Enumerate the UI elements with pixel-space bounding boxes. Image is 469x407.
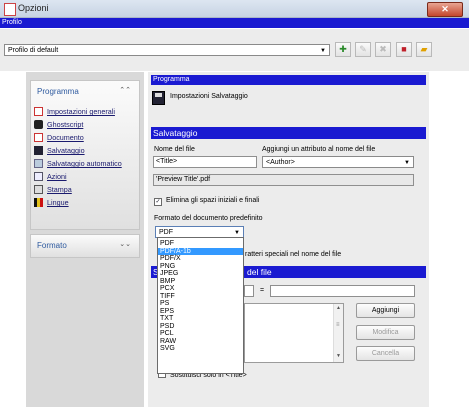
program-bar: Programma bbox=[151, 75, 426, 85]
format-option[interactable]: EPS bbox=[158, 308, 243, 316]
format-option[interactable]: PS bbox=[158, 300, 243, 308]
sidebar-item-stampa[interactable]: Stampa bbox=[34, 185, 72, 196]
sidebar: Programma ⌃⌃ Impostazioni generali Ghost… bbox=[26, 72, 144, 407]
attribute-label: Aggiungi un attributo al nome del file bbox=[262, 146, 376, 153]
open-profile-icon[interactable]: ▰ bbox=[416, 42, 432, 57]
attribute-select[interactable]: <Author> ▼ bbox=[262, 156, 414, 168]
profile-select-value: Profilo di default bbox=[8, 47, 59, 54]
save-profile-icon[interactable]: ■ bbox=[396, 42, 412, 57]
special-chars-label: ratteri speciali nel nome del file bbox=[245, 251, 342, 258]
profile-select[interactable]: Profilo di default ▼ bbox=[4, 44, 330, 56]
format-option[interactable]: PSD bbox=[158, 323, 243, 331]
format-option[interactable]: RAW bbox=[158, 338, 243, 346]
app-icon bbox=[4, 3, 16, 16]
trim-spaces-checkbox[interactable]: ✓ bbox=[154, 198, 162, 206]
languages-icon bbox=[34, 198, 43, 207]
attribute-select-value: <Author> bbox=[266, 159, 295, 166]
format-option[interactable]: PNG bbox=[158, 263, 243, 271]
add-button[interactable]: Aggiungi bbox=[356, 303, 415, 318]
trim-spaces-row[interactable]: ✓ Elimina gli spazi iniziali e finali bbox=[154, 197, 259, 206]
save-bar: Salvataggio bbox=[151, 127, 426, 139]
page-title: Impostazioni Salvataggio bbox=[170, 93, 248, 100]
equals-sign: = bbox=[260, 287, 265, 294]
add-profile-icon[interactable]: ✚ bbox=[335, 42, 351, 57]
sidebar-item-lingue[interactable]: Lingue bbox=[34, 198, 69, 209]
format-option[interactable]: BMP bbox=[158, 278, 243, 286]
settings-icon bbox=[34, 107, 43, 116]
replace-input[interactable] bbox=[270, 285, 415, 297]
print-icon bbox=[34, 185, 43, 194]
format-option[interactable]: PDF bbox=[158, 240, 243, 248]
filename-input[interactable]: <Title> bbox=[153, 156, 257, 168]
format-option[interactable]: PCX bbox=[158, 285, 243, 293]
sidebar-item-impostazioni-generali[interactable]: Impostazioni generali bbox=[34, 107, 115, 118]
format-option[interactable]: PDF/A-1b bbox=[158, 247, 243, 255]
format-option[interactable]: TIFF bbox=[158, 293, 243, 301]
format-dropdown-list: PDF PDF/A-1b PDF/X PNG JPEG BMP PCX TIFF PS EPS TX… bbox=[157, 237, 244, 374]
list-scrollbar[interactable]: ▲ ≡ ▼ bbox=[333, 304, 343, 362]
expand-chevron-icon[interactable]: ⌄⌄ bbox=[119, 240, 131, 248]
replace-bar-suffix: del file bbox=[247, 267, 272, 277]
default-format-label: Formato del documento predefinito bbox=[154, 215, 263, 222]
chevron-down-icon: ▼ bbox=[320, 48, 326, 54]
replacement-list[interactable]: ▲ ≡ ▼ bbox=[244, 303, 344, 363]
profile-panel: Profilo di default ▼ ✚ ✎ ✖ ■ ▰ bbox=[0, 29, 469, 71]
rename-profile-icon[interactable]: ✎ bbox=[355, 42, 371, 57]
sidebar-format-section: Formato ⌄⌄ bbox=[30, 234, 140, 258]
filename-label: Nome del file bbox=[154, 146, 195, 153]
format-option[interactable]: SVG bbox=[158, 345, 243, 353]
save-large-icon bbox=[152, 91, 165, 105]
left-margin bbox=[0, 72, 26, 407]
sidebar-item-salvataggio-automatico[interactable]: Salvataggio automatico bbox=[34, 159, 122, 170]
window-titlebar: Opzioni ✕ bbox=[0, 0, 469, 18]
filename-preview: 'Preview Title'.pdf bbox=[153, 174, 414, 186]
actions-icon bbox=[34, 172, 43, 181]
format-option[interactable]: JPEG bbox=[158, 270, 243, 278]
sidebar-program-header[interactable]: Programma bbox=[37, 87, 79, 96]
close-button[interactable]: ✕ bbox=[427, 2, 463, 17]
search-input[interactable] bbox=[244, 285, 254, 297]
save-icon bbox=[34, 146, 43, 155]
autosave-icon bbox=[34, 159, 43, 168]
window-title: Opzioni bbox=[18, 3, 49, 13]
modify-button[interactable]: Modifica bbox=[356, 325, 415, 340]
trim-spaces-label: Elimina gli spazi iniziali e finali bbox=[165, 197, 260, 204]
sidebar-item-documento[interactable]: Documento bbox=[34, 133, 84, 144]
sidebar-item-salvataggio[interactable]: Salvataggio bbox=[34, 146, 85, 157]
document-icon bbox=[34, 133, 43, 142]
sidebar-item-ghostscript[interactable]: Ghostscript bbox=[34, 120, 83, 131]
format-option[interactable]: PDF/X bbox=[158, 255, 243, 263]
chevron-down-icon: ▼ bbox=[404, 160, 410, 166]
format-option[interactable]: TXT bbox=[158, 315, 243, 323]
collapse-chevron-icon[interactable]: ⌃⌃ bbox=[119, 86, 131, 94]
right-margin bbox=[429, 72, 469, 407]
sidebar-item-azioni[interactable]: Azioni bbox=[34, 172, 67, 183]
format-option[interactable]: PCL bbox=[158, 330, 243, 338]
profile-section-bar: Profilo bbox=[0, 18, 469, 28]
ghostscript-icon bbox=[34, 120, 43, 129]
default-format-value: PDF bbox=[159, 229, 173, 236]
delete-profile-icon[interactable]: ✖ bbox=[375, 42, 391, 57]
delete-button[interactable]: Cancella bbox=[356, 346, 415, 361]
sidebar-format-header[interactable]: Formato bbox=[37, 241, 67, 250]
